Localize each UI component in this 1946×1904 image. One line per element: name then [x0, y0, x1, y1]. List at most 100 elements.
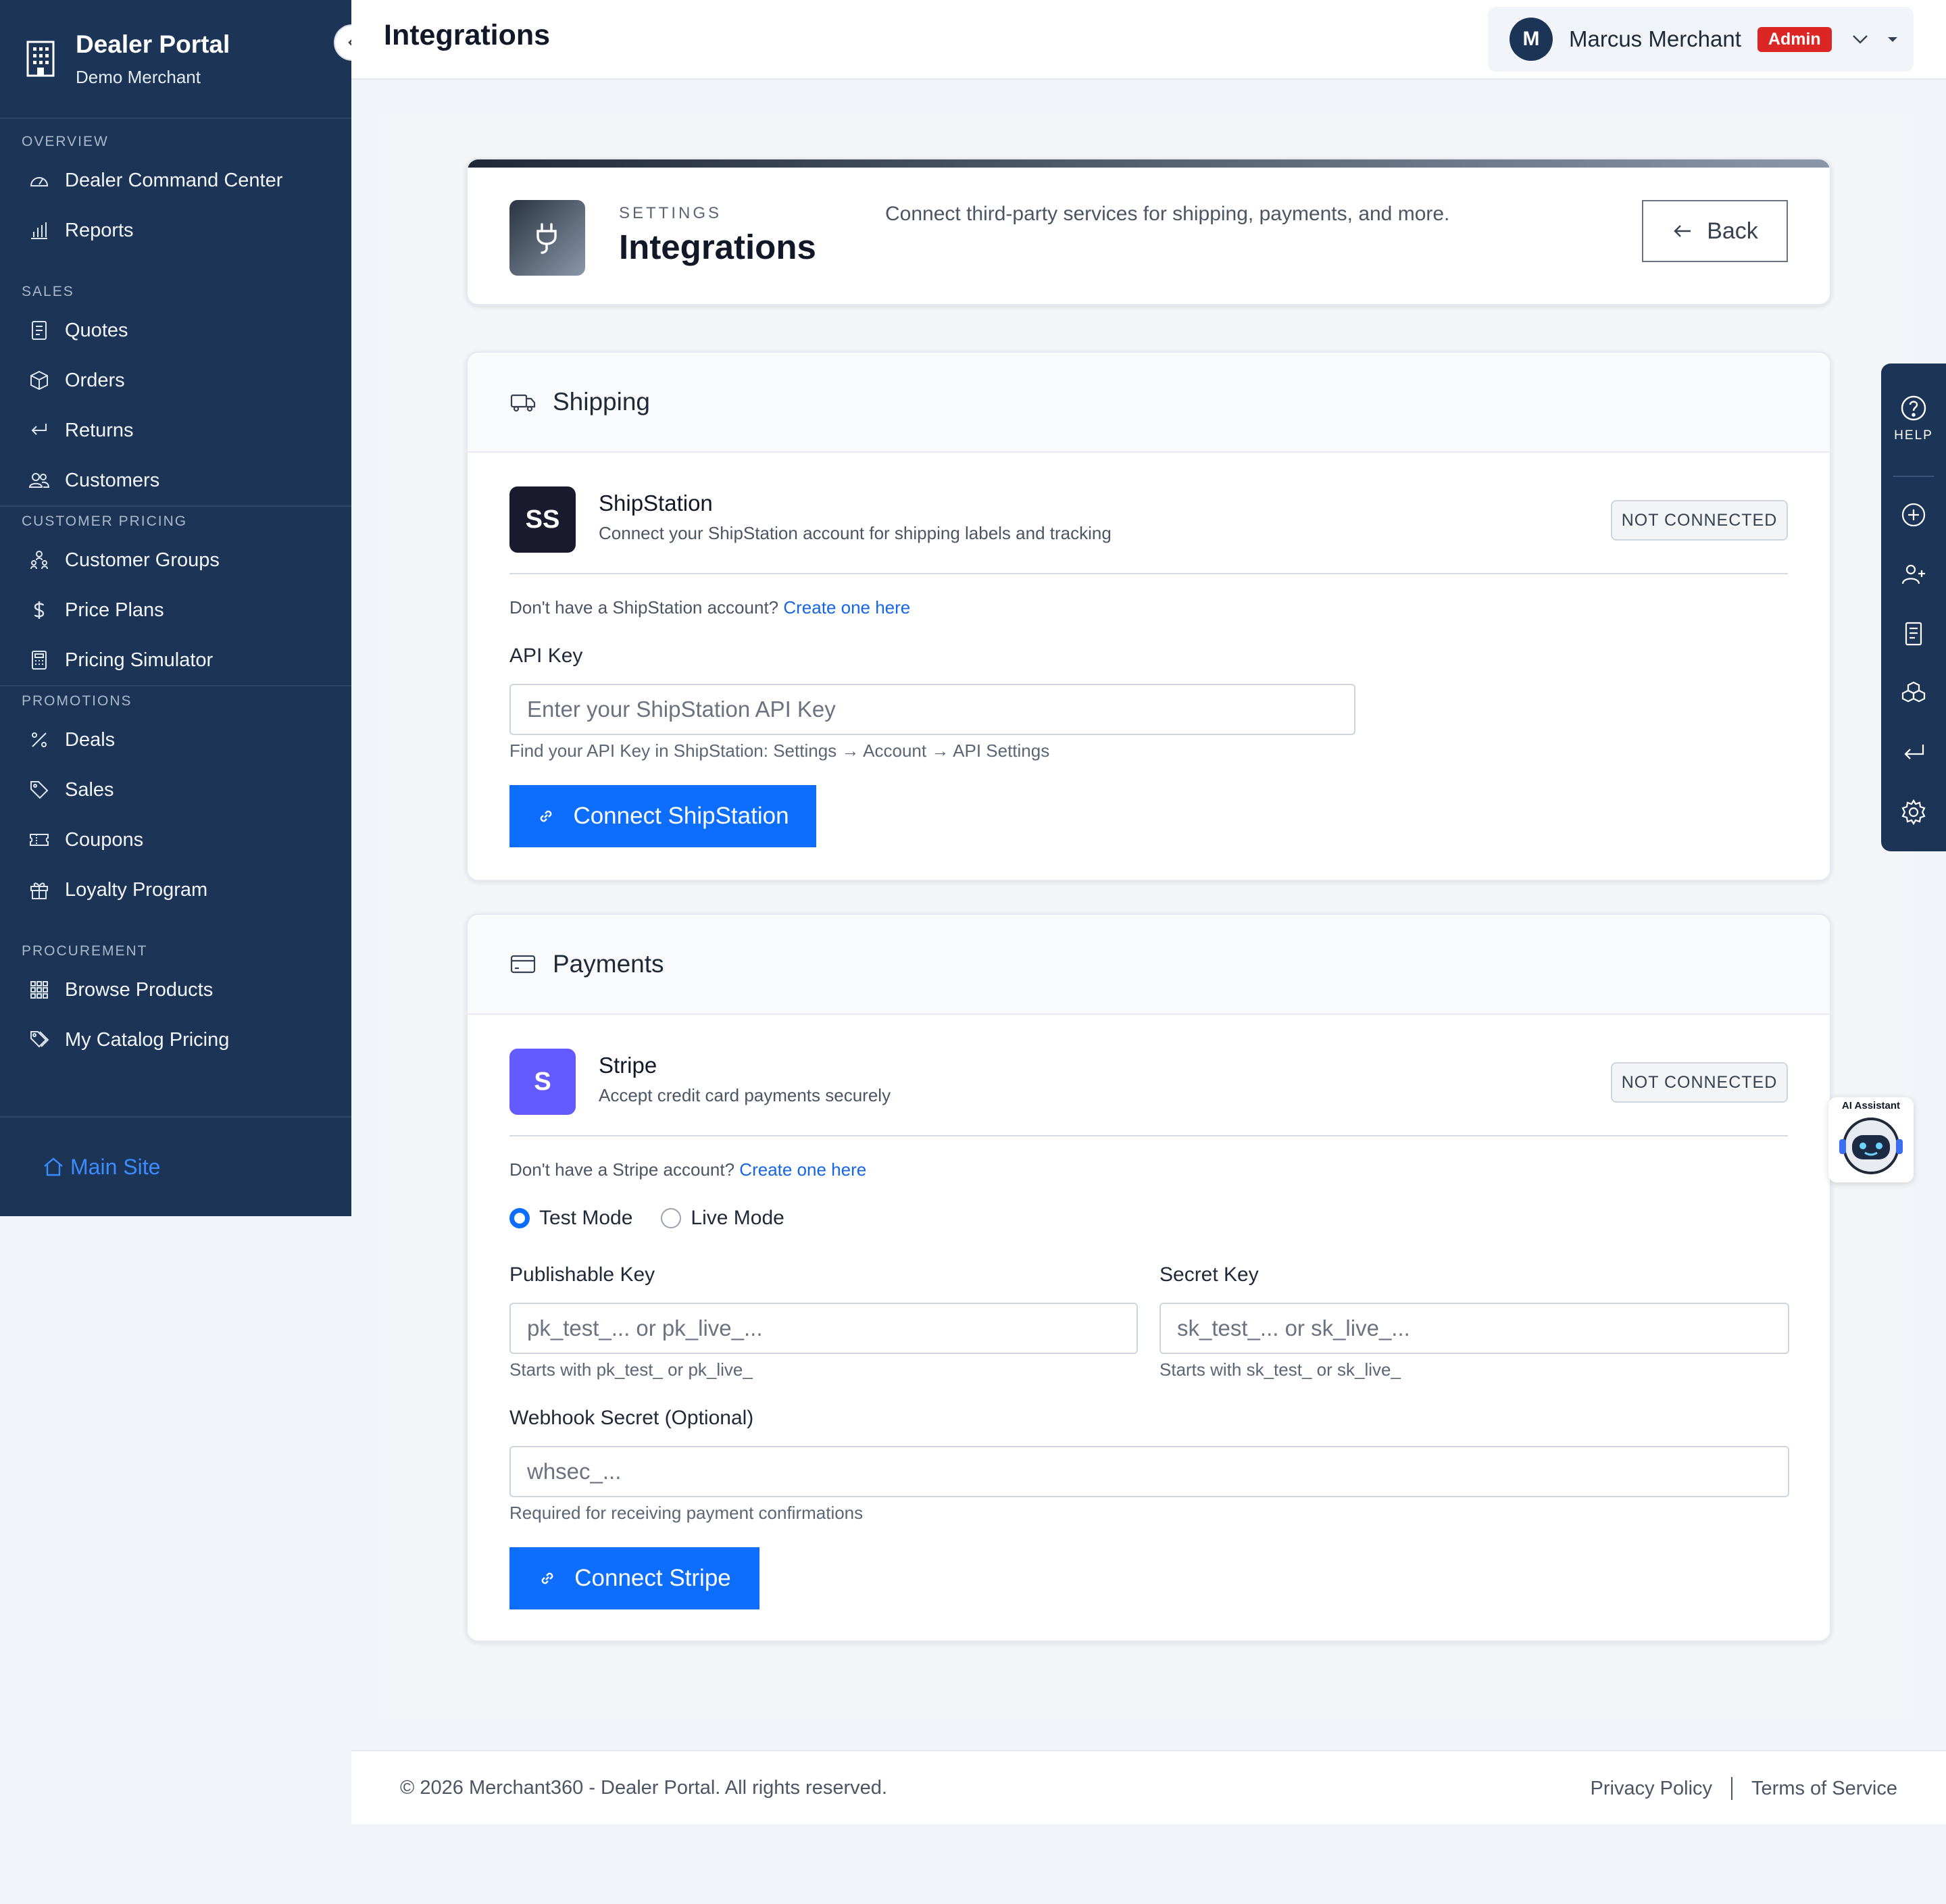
back-button[interactable]: Back	[1642, 200, 1788, 262]
privacy-policy-link[interactable]: Privacy Policy	[1591, 1778, 1713, 1800]
sidebar-item-label: Orders	[65, 369, 125, 391]
brand-subtitle: Demo Merchant	[76, 66, 201, 87]
sidebar-item-reports[interactable]: Reports	[0, 205, 351, 255]
sidebar-brand: Dealer Portal Demo Merchant	[0, 0, 370, 119]
sidebar-item-dealer-command-center[interactable]: Dealer Command Center	[0, 155, 351, 205]
webhook-secret-input[interactable]	[509, 1446, 1789, 1497]
sidebar-item-returns[interactable]: Returns	[0, 405, 351, 455]
rail-divider	[1893, 476, 1934, 477]
nav-section-promotions: PROMOTIONS	[22, 693, 132, 709]
settings-eyebrow: SETTINGS	[619, 204, 722, 222]
main-site-label: Main Site	[70, 1154, 161, 1179]
ai-assistant-widget[interactable]: AI Assistant	[1828, 1097, 1914, 1182]
avatar: M	[1510, 18, 1553, 61]
footer-separator	[1731, 1777, 1733, 1800]
plug-icon	[537, 223, 557, 254]
connect-stripe-button[interactable]: Connect Stripe	[509, 1547, 759, 1609]
shipstation-account-hint: Don't have a ShipStation account? Create…	[509, 597, 910, 618]
grid-icon	[30, 981, 48, 999]
rail-settings-button[interactable]	[1881, 799, 1946, 826]
gift-icon	[30, 882, 48, 899]
percent-icon	[32, 732, 47, 747]
stripe-create-link[interactable]: Create one here	[739, 1159, 866, 1180]
rail-add-user-button[interactable]	[1881, 561, 1946, 588]
plug-icon-tile	[509, 200, 585, 276]
boxes-icon	[1901, 681, 1926, 703]
nav-section-sales: SALES	[22, 284, 74, 299]
integrations-title: Integrations	[619, 228, 816, 266]
test-mode-label[interactable]: Test Mode	[539, 1207, 632, 1230]
divider	[509, 1135, 1788, 1136]
shipping-section-title: Shipping	[553, 388, 651, 416]
help-button[interactable]: HELP	[1881, 395, 1946, 443]
sidebar-item-coupons[interactable]: Coupons	[0, 815, 351, 865]
tags-icon	[30, 1031, 49, 1048]
publishable-key-input[interactable]	[509, 1303, 1138, 1354]
sidebar-item-customers[interactable]: Customers	[0, 455, 351, 505]
sidebar-item-label: Quotes	[65, 319, 128, 341]
sidebar-item-pricing-simulator[interactable]: Pricing Simulator	[0, 635, 351, 685]
shipstation-create-link[interactable]: Create one here	[783, 597, 910, 618]
users-icon	[28, 473, 50, 488]
publishable-key-label: Publishable Key	[509, 1263, 655, 1286]
sidebar-item-customer-groups[interactable]: Customer Groups	[0, 535, 351, 585]
gear-icon	[1901, 799, 1926, 826]
sidebar-item-browse-products[interactable]: Browse Products	[0, 965, 351, 1015]
building-icon	[26, 41, 55, 77]
gauge-icon	[30, 177, 49, 186]
sidebar-item-loyalty-program[interactable]: Loyalty Program	[0, 865, 351, 915]
sidebar-item-deals[interactable]: Deals	[0, 715, 351, 765]
mode-selector: Test Mode Live Mode	[509, 1207, 784, 1230]
connect-shipstation-label: Connect ShipStation	[573, 803, 789, 829]
document-icon	[32, 321, 47, 340]
rail-document-button[interactable]	[1881, 620, 1946, 647]
user-menu[interactable]: M Marcus Merchant Admin	[1488, 7, 1914, 72]
shipstation-logo: SS	[509, 486, 576, 553]
truck-icon	[510, 394, 536, 412]
sidebar-item-my-catalog-pricing[interactable]: My Catalog Pricing	[0, 1015, 351, 1065]
robot-icon	[1839, 1118, 1903, 1174]
calculator-icon	[32, 651, 47, 670]
sidebar-item-label: Sales	[65, 778, 114, 801]
group-icon	[30, 551, 48, 570]
sidebar-item-label: Dealer Command Center	[65, 169, 283, 191]
stripe-name: Stripe	[599, 1053, 657, 1078]
main-site-link[interactable]: Main Site	[0, 1116, 351, 1216]
ticket-icon	[30, 834, 49, 846]
rail-boxes-button[interactable]	[1881, 680, 1946, 707]
sidebar-item-label: Customer Groups	[65, 549, 220, 571]
sidebar-item-label: Returns	[65, 419, 134, 441]
rail-return-button[interactable]	[1881, 739, 1946, 766]
link-icon	[541, 810, 552, 822]
user-plus-icon	[1901, 564, 1925, 584]
terms-of-service-link[interactable]: Terms of Service	[1751, 1778, 1897, 1800]
document-icon	[1905, 622, 1922, 646]
return-arrow-icon	[31, 424, 47, 435]
live-mode-label[interactable]: Live Mode	[691, 1207, 784, 1230]
rail-add-button[interactable]	[1881, 501, 1946, 528]
sidebar-item-sales[interactable]: Sales	[0, 765, 351, 815]
api-key-input[interactable]	[509, 684, 1355, 735]
api-key-help: Find your API Key in ShipStation: Settin…	[509, 741, 1050, 761]
test-mode-radio[interactable]	[509, 1208, 530, 1228]
sidebar-item-orders[interactable]: Orders	[0, 355, 351, 405]
question-circle-icon	[1901, 395, 1926, 421]
stripe-description: Accept credit card payments securely	[599, 1085, 891, 1105]
connect-stripe-label: Connect Stripe	[574, 1565, 731, 1591]
integrations-header-card: SETTINGS Integrations Connect third-part…	[466, 158, 1831, 305]
shipstation-status-badge: NOT CONNECTED	[1611, 500, 1788, 541]
chevron-down-icon[interactable]	[1849, 28, 1871, 50]
sidebar-item-label: Loyalty Program	[65, 878, 208, 901]
footer: © 2026 Merchant360 - Dealer Portal. All …	[351, 1750, 1946, 1824]
sidebar: Dealer Portal Demo Merchant OVERVIEW Dea…	[0, 0, 370, 1216]
page-title: Integrations	[384, 19, 551, 51]
caret-down-icon[interactable]	[1885, 31, 1901, 47]
credit-card-icon	[510, 955, 536, 974]
live-mode-radio[interactable]	[661, 1208, 682, 1228]
secret-key-input[interactable]	[1159, 1303, 1789, 1354]
help-rail: HELP	[1881, 364, 1946, 851]
sidebar-item-quotes[interactable]: Quotes	[0, 305, 351, 355]
plus-circle-icon	[1901, 503, 1926, 527]
sidebar-item-price-plans[interactable]: Price Plans	[0, 585, 351, 635]
connect-shipstation-button[interactable]: Connect ShipStation	[509, 785, 816, 847]
